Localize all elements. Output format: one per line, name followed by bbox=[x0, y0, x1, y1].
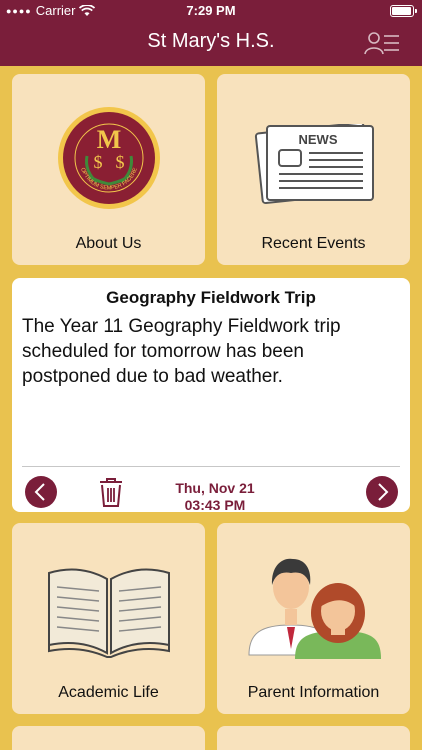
trash-icon bbox=[100, 478, 122, 507]
svg-text:M: M bbox=[97, 125, 122, 154]
user-list-icon bbox=[364, 32, 399, 55]
battery-icon bbox=[390, 5, 417, 17]
chevron-left-icon bbox=[34, 483, 45, 501]
chevron-right-icon bbox=[378, 483, 389, 501]
svg-text:$: $ bbox=[94, 152, 103, 172]
announcement-body: The Year 11 Geography Fieldwork trip sch… bbox=[22, 316, 341, 387]
school-crest-icon: M $ $ OPTIMUM SEMPER FACERE bbox=[58, 107, 160, 209]
delete-message-button[interactable] bbox=[97, 476, 125, 508]
more-tile-left[interactable] bbox=[12, 726, 205, 750]
parent-information-label: Parent Information bbox=[247, 684, 380, 701]
parent-information-tile[interactable]: Parent Information bbox=[217, 523, 410, 714]
profile-menu-button[interactable] bbox=[364, 30, 400, 56]
announcement-card: Geography Fieldwork Trip The Year 11 Geo… bbox=[12, 278, 410, 514]
about-us-label: About Us bbox=[75, 235, 142, 252]
announcement-time: 03:43 PM bbox=[184, 497, 246, 513]
recent-events-tile[interactable]: NEWS Recent Events bbox=[217, 74, 410, 265]
app-header: ●●●● Carrier 7:29 PM St Mary's H.S. bbox=[0, 0, 422, 66]
about-us-tile[interactable]: M $ $ OPTIMUM SEMPER FACERE About Us bbox=[12, 74, 205, 265]
svg-text:NEWS: NEWS bbox=[299, 132, 338, 147]
parents-icon bbox=[248, 558, 381, 659]
page-title: St Mary's H.S. bbox=[147, 30, 275, 52]
previous-message-button[interactable] bbox=[25, 476, 57, 508]
announcement-title: Geography Fieldwork Trip bbox=[106, 288, 316, 307]
recent-events-label: Recent Events bbox=[261, 235, 366, 252]
newspaper-icon: NEWS bbox=[254, 124, 374, 205]
announcement-date: Thu, Nov 21 bbox=[175, 480, 255, 496]
svg-text:$: $ bbox=[116, 152, 125, 172]
announcement-timestamp: Thu, Nov 21 03:43 PM bbox=[152, 480, 278, 514]
academic-life-label: Academic Life bbox=[58, 684, 159, 701]
more-tile-right[interactable] bbox=[217, 726, 410, 750]
next-message-button[interactable] bbox=[366, 476, 398, 508]
status-time: 7:29 PM bbox=[186, 3, 236, 18]
open-book-icon bbox=[48, 568, 170, 658]
academic-life-tile[interactable]: Academic Life bbox=[12, 523, 205, 714]
card-divider bbox=[22, 466, 400, 467]
status-bar: ●●●● Carrier 7:29 PM bbox=[0, 0, 422, 22]
